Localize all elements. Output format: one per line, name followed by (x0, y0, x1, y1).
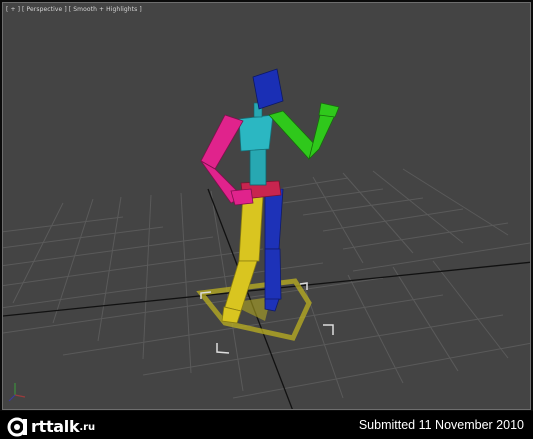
logo-text: rttalk (31, 416, 80, 436)
chest[interactable] (238, 114, 274, 152)
right-leg[interactable] (264, 188, 284, 312)
biped-character[interactable] (200, 68, 340, 324)
head[interactable] (252, 68, 284, 110)
perspective-viewport[interactable]: [ + ] [ Perspective ] [ Smooth + Highlig… (2, 2, 531, 410)
viewport-scene[interactable] (3, 3, 531, 410)
submitted-date: Submitted 11 November 2010 (358, 418, 524, 432)
footer-bar: rttalk .ru Submitted 11 November 2010 (0, 411, 533, 439)
viewport-label[interactable]: [ + ] [ Perspective ] [ Smooth + Highlig… (6, 6, 142, 13)
arttalk-logo[interactable]: rttalk .ru (6, 415, 95, 437)
logo-suffix: .ru (79, 422, 96, 433)
axis-tripod-icon (8, 383, 26, 402)
logo-a-icon (7, 417, 27, 437)
image-frame: [ + ] [ Perspective ] [ Smooth + Highlig… (0, 0, 533, 439)
left-arm[interactable] (268, 102, 340, 161)
